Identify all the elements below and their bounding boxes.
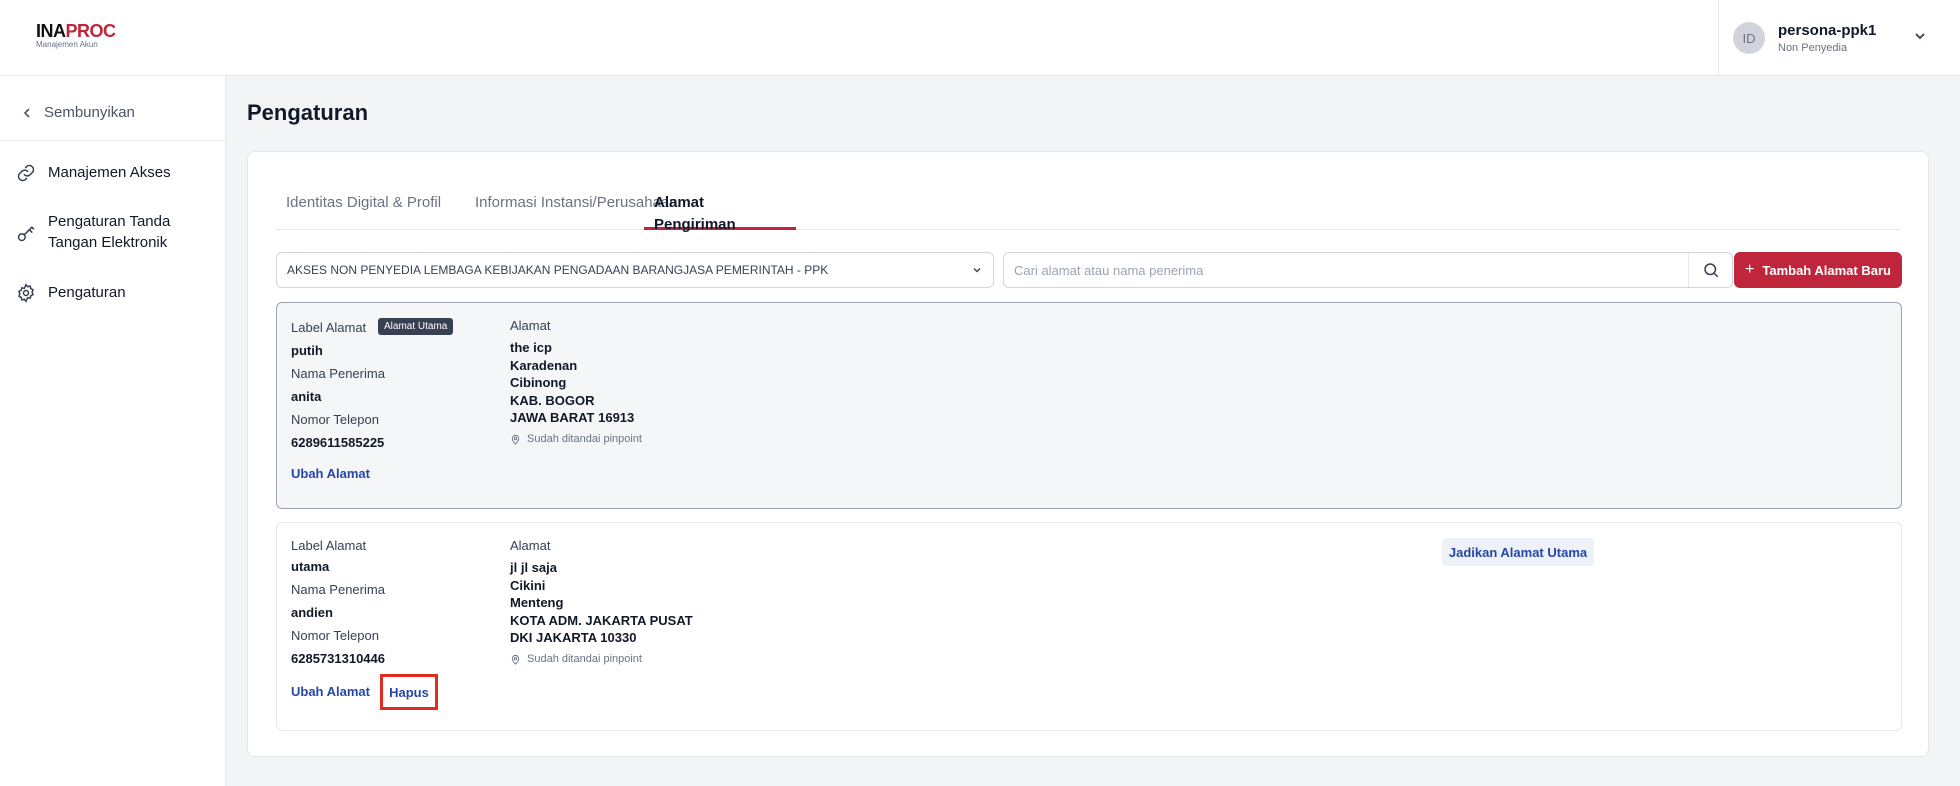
gear-icon [17, 283, 35, 303]
sidebar-item-label: Manajemen Akses [48, 164, 171, 181]
sidebar-item-label: Pengaturan Tanda Tangan Elektronik [48, 213, 171, 251]
phone-value: 6285731310446 [291, 651, 385, 666]
recipient-heading: Nama Penerima [291, 366, 385, 381]
address-line: jl jl saja [510, 560, 557, 575]
akses-select-value: AKSES NON PENYEDIA LEMBAGA KEBIJAKAN PEN… [287, 263, 829, 277]
edit-address-button[interactable]: Ubah Alamat [291, 684, 370, 699]
tab-bar: Identitas Digital & Profil Informasi Ins… [276, 192, 1900, 233]
logo-suffix: PROC [65, 21, 117, 41]
header-divider [1718, 0, 1719, 76]
link-icon [17, 164, 35, 182]
address-card: Label Alamat utama Nama Penerima andien … [276, 522, 1902, 731]
search-button[interactable] [1688, 253, 1732, 287]
add-address-label: Tambah Alamat Baru [1762, 262, 1891, 278]
search-field [1003, 252, 1733, 288]
sidebar-item-manajemen-akses[interactable]: Manajemen Akses [16, 162, 171, 183]
label-alamat-heading: Label Alamat [291, 320, 367, 335]
address-heading: Alamat [510, 538, 551, 553]
address-line: DKI JAKARTA 10330 [510, 630, 637, 646]
phone-value: 6289611585225 [291, 435, 385, 450]
sidebar: Sembunyikan Manajemen Akses Pengaturan T… [0, 76, 226, 786]
address-label-value: utama [291, 559, 330, 574]
recipient-value: andien [291, 605, 333, 620]
page-title: Pengaturan [247, 100, 369, 125]
chevron-down-icon[interactable] [1912, 28, 1928, 44]
label-alamat-heading: Label Alamat [291, 538, 367, 553]
make-primary-button[interactable]: Jadikan Alamat Utama [1442, 538, 1594, 566]
pinpoint-status: Sudah ditandai pinpoint [510, 433, 642, 445]
hide-sidebar-toggle[interactable]: Sembunyikan [22, 104, 135, 121]
sidebar-item-label: Pengaturan [48, 284, 126, 301]
tab-alamat-pengiriman[interactable]: Alamat Pengiriman [644, 192, 796, 233]
logo-prefix: INA [36, 21, 66, 41]
map-pin-icon [511, 434, 520, 445]
address-label-value: putih [291, 343, 323, 358]
avatar[interactable]: ID [1733, 22, 1765, 54]
sidebar-item-tanda-tangan[interactable]: Pengaturan Tanda Tangan Elektronik [16, 211, 196, 253]
chevron-down-icon [973, 268, 981, 273]
phone-heading: Nomor Telepon [291, 412, 379, 427]
address-line: KAB. BOGOR [510, 392, 595, 408]
primary-address-badge: Alamat Utama [378, 318, 454, 335]
address-heading: Alamat [510, 318, 551, 333]
pinpoint-label: Sudah ditandai pinpoint [527, 653, 642, 665]
address-line: Karadenan [510, 357, 578, 373]
map-pin-icon [511, 654, 520, 665]
top-header: INAPROC Manajemen Akun ID persona-ppk1 N… [0, 0, 1960, 76]
add-address-button[interactable]: + Tambah Alamat Baru [1734, 252, 1902, 288]
recipient-heading: Nama Penerima [291, 582, 385, 597]
search-icon [1703, 263, 1718, 278]
pinpoint-label: Sudah ditandai pinpoint [527, 433, 642, 445]
address-line: JAWA BARAT 16913 [510, 410, 635, 426]
address-line: KOTA ADM. JAKARTA PUSAT [510, 612, 693, 628]
address-line: Cibinong [510, 375, 567, 391]
address-line: Cikini [510, 577, 546, 593]
sidebar-item-pengaturan[interactable]: Pengaturan [16, 282, 126, 303]
tab-identitas-digital[interactable]: Identitas Digital & Profil [276, 192, 451, 230]
akses-select[interactable]: AKSES NON PENYEDIA LEMBAGA KEBIJAKAN PEN… [276, 252, 994, 288]
address-card-primary: Label Alamat Alamat Utama putih Nama Pen… [276, 302, 1902, 509]
key-icon [17, 226, 35, 242]
logo-wordmark: INAPROC [36, 22, 116, 40]
user-role: Non Penyedia [1778, 42, 1848, 54]
phone-heading: Nomor Telepon [291, 628, 379, 643]
search-input[interactable] [1004, 253, 1688, 287]
address-line: the icp [510, 340, 552, 355]
plus-icon: + [1745, 261, 1755, 278]
user-name[interactable]: persona-ppk1 [1778, 22, 1876, 39]
logo-subtitle: Manajemen Akun [36, 40, 98, 49]
delete-address-button[interactable]: Hapus [380, 674, 438, 710]
recipient-value: anita [291, 389, 322, 404]
pinpoint-status: Sudah ditandai pinpoint [510, 653, 642, 665]
address-line: Menteng [510, 595, 564, 611]
chevron-left-icon [23, 107, 30, 118]
settings-card: Identitas Digital & Profil Informasi Ins… [247, 151, 1929, 757]
inaproc-logo[interactable]: INAPROC Manajemen Akun [36, 22, 116, 50]
sidebar-divider [0, 140, 226, 141]
edit-address-button[interactable]: Ubah Alamat [291, 466, 370, 481]
hide-sidebar-label: Sembunyikan [44, 104, 135, 121]
